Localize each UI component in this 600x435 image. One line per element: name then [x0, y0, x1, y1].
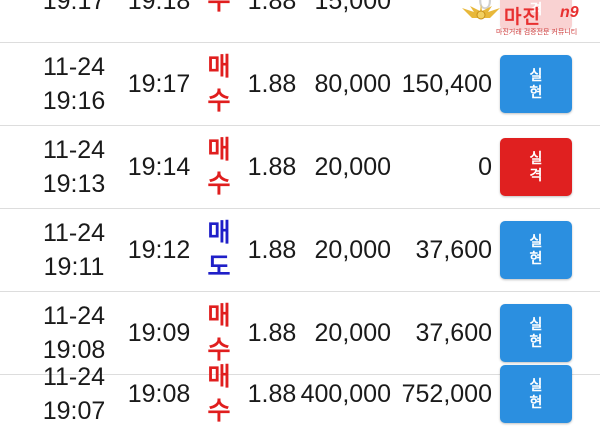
close-time-text: 19:17: [42, 0, 106, 15]
result-char-1: 실: [529, 377, 543, 393]
side-char-1: 매: [207, 136, 231, 164]
result-button[interactable]: 실 현: [500, 221, 572, 279]
open-time-cell: 19:17: [127, 69, 191, 98]
amount-cell: 20,000: [314, 152, 391, 181]
profit-cell: 752,000: [401, 379, 492, 408]
date-cell: 11-24 19:13: [36, 126, 112, 208]
date-text: 11-24: [42, 363, 106, 391]
open-time-cell: 19:18: [127, 0, 191, 15]
amount-cell: 400,000: [300, 379, 391, 408]
rate-cell: 1.88: [247, 379, 297, 408]
open-time-cell: 19:14: [127, 152, 191, 181]
amount-cell: 80,000: [314, 69, 391, 98]
result-char-1: 실: [529, 150, 543, 166]
profit-cell: 37,600: [415, 235, 492, 264]
amount-cell: 20,000: [314, 235, 391, 264]
trade-row: 11-24 19:07 19:08 매 수 1.88 400,000 752,0…: [0, 353, 600, 431]
side-char-1: 매: [207, 53, 231, 81]
date-text: 11-24: [42, 53, 106, 81]
result-button[interactable]: 실 현: [500, 55, 572, 113]
result-char-2: 현: [529, 84, 543, 100]
side-char-2: 도: [207, 253, 231, 281]
logo-tagline: 마진거래 검증전문 커뮤니티: [496, 29, 578, 36]
date-cell: 11-24 19:16: [36, 43, 112, 125]
close-time-text: 19:16: [42, 87, 106, 115]
result-char-2: 현: [529, 333, 543, 349]
result-char-2: 현: [529, 250, 543, 266]
result-char-1: 실: [529, 233, 543, 249]
site-watermark-logo: 마진 n9 마진거래 검증전문 커뮤니티: [452, 0, 600, 38]
side-char-2: 수: [207, 397, 231, 425]
amount-cell: 15,000: [314, 0, 391, 15]
close-time-text: 19:13: [42, 170, 106, 198]
side-char-1: 매: [207, 363, 231, 391]
side-char-1: 매: [207, 302, 231, 330]
side-cell: 매 도: [204, 209, 234, 291]
date-cell: 19:17: [36, 0, 112, 42]
result-button[interactable]: 실 현: [500, 365, 572, 423]
open-time-cell: 19:12: [127, 235, 191, 264]
winged-emblem-icon: [462, 4, 500, 20]
side-cell: 매 수: [204, 43, 234, 125]
rate-cell: 1.88: [247, 152, 297, 181]
result-char-2: 격: [529, 167, 543, 183]
rate-cell: 1.88: [247, 0, 297, 15]
side-cell: 매 수: [204, 126, 234, 208]
date-text: 11-24: [42, 219, 106, 247]
side-char-1: 매: [207, 219, 231, 247]
trade-row: 11-24 19:11 19:12 매 도 1.88 20,000 37,600…: [0, 209, 600, 292]
side-char-2: 수: [207, 170, 231, 198]
close-time-text: 19:11: [43, 253, 105, 281]
side-char-2: 수: [207, 87, 231, 115]
result-char-2: 현: [529, 394, 543, 410]
date-text: 11-24: [42, 302, 106, 330]
rate-cell: 1.88: [247, 69, 297, 98]
profit-cell: 150,400: [401, 69, 492, 98]
close-time-text: 19:07: [42, 397, 106, 425]
rate-cell: 1.88: [247, 235, 297, 264]
logo-name: 마진: [504, 7, 541, 28]
profit-cell: 0: [478, 152, 492, 181]
result-button[interactable]: 실 격: [500, 138, 572, 196]
trade-row: 11-24 19:13 19:14 매 수 1.88 20,000 0 실 격: [0, 126, 600, 209]
date-text: 11-24: [42, 136, 106, 164]
trade-row: 11-24 19:16 19:17 매 수 1.88 80,000 150,40…: [0, 43, 600, 126]
side-cell: 매 수: [204, 353, 234, 435]
side-char-2: 수: [207, 0, 231, 15]
date-cell: 11-24 19:07: [36, 353, 112, 435]
side-cell: 수: [204, 0, 234, 42]
result-char-1: 실: [529, 316, 543, 332]
date-cell: 11-24 19:11: [36, 209, 112, 291]
logo-mark: n9: [560, 4, 579, 21]
result-char-1: 실: [529, 67, 543, 83]
open-time-cell: 19:08: [127, 379, 191, 408]
